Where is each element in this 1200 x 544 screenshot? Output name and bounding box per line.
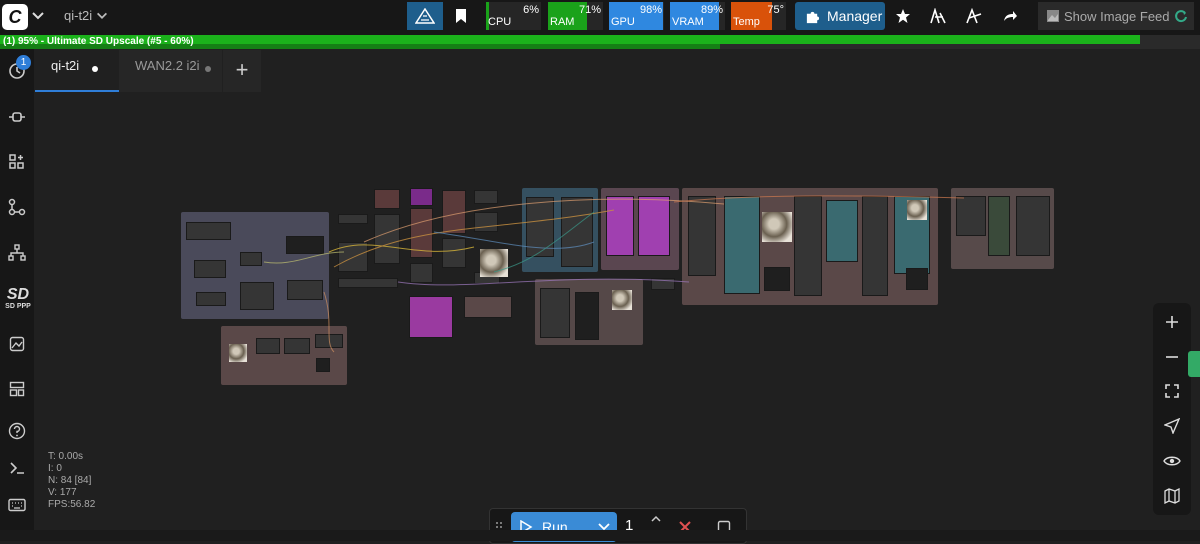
workflows-icon[interactable]	[5, 195, 29, 219]
graph-node[interactable]	[606, 196, 634, 256]
node-library-icon[interactable]	[5, 105, 29, 129]
bookmark-icon[interactable]	[446, 2, 476, 30]
gallery-icon[interactable]	[5, 332, 29, 356]
graph-node[interactable]	[410, 208, 433, 258]
share-icon[interactable]	[996, 2, 1024, 30]
help-icon[interactable]	[5, 419, 29, 443]
graph-node[interactable]	[442, 190, 466, 234]
graph-node[interactable]	[956, 196, 986, 236]
image-preview	[480, 249, 508, 277]
graph-node[interactable]	[240, 252, 262, 266]
image-preview	[907, 200, 927, 220]
graph-node[interactable]	[561, 197, 593, 267]
manager-button[interactable]: Manager	[795, 2, 885, 30]
graph-node[interactable]	[410, 188, 433, 206]
chevron-down-icon[interactable]	[30, 8, 46, 24]
graph-node[interactable]	[688, 196, 716, 276]
graph-node[interactable]	[651, 278, 675, 290]
graph-node[interactable]	[338, 242, 368, 272]
gpu-meter: 98% GPU	[609, 2, 664, 30]
show-image-feed-button[interactable]: Show Image Feed	[1038, 2, 1194, 30]
graph-node[interactable]	[826, 200, 858, 262]
graph-node[interactable]	[374, 214, 400, 264]
image-icon	[1047, 10, 1059, 22]
graph-node[interactable]	[338, 278, 398, 288]
hierarchy-icon[interactable]	[5, 241, 29, 265]
fit-view-icon[interactable]	[1160, 379, 1184, 403]
tab-wan22-i2i[interactable]: WAN2.2 i2i	[119, 50, 222, 92]
star-icon[interactable]	[889, 2, 917, 30]
graph-node[interactable]	[862, 196, 888, 296]
chevron-down-icon[interactable]	[95, 9, 109, 23]
graph-node[interactable]	[196, 292, 226, 306]
graph-node[interactable]	[374, 189, 400, 209]
top-menu-bar: C qi-t2i 6% CPU 71% RAM 98% GPU 89% VRAM…	[0, 0, 1200, 35]
graph-node[interactable]	[194, 260, 226, 278]
unsaved-dot-icon	[92, 66, 98, 72]
graph-node[interactable]	[287, 280, 323, 300]
graph-node[interactable]	[638, 196, 670, 256]
crystools-icon[interactable]	[407, 2, 443, 30]
graph-node[interactable]	[540, 288, 570, 338]
graph-node[interactable]	[794, 196, 822, 296]
image-feed-strip	[0, 530, 1200, 541]
templates-icon[interactable]	[5, 377, 29, 401]
graph-node[interactable]	[256, 338, 280, 354]
graph-node[interactable]	[409, 296, 453, 338]
workflow-title[interactable]: qi-t2i	[64, 8, 92, 23]
comfy-logo[interactable]: C	[2, 4, 28, 30]
image-preview	[762, 212, 792, 242]
graph-node[interactable]	[906, 268, 928, 290]
new-tab-button[interactable]: +	[223, 50, 261, 92]
graph-node[interactable]	[575, 292, 599, 340]
graph-node[interactable]	[316, 358, 330, 372]
graph-node[interactable]	[338, 214, 368, 224]
canvas-controls	[1153, 303, 1191, 515]
unsaved-dot-icon	[205, 66, 211, 72]
puzzle-icon	[806, 11, 820, 23]
canvas-stats: T: 0.00s I: 0 N: 84 [84] V: 177 FPS:56.8…	[48, 451, 96, 510]
graph-node[interactable]	[410, 263, 433, 283]
graph-node[interactable]	[284, 338, 310, 354]
cpu-meter: 6% CPU	[486, 2, 541, 30]
graph-node[interactable]	[764, 267, 790, 291]
toggle-links-icon[interactable]	[1160, 449, 1184, 473]
increment-icon[interactable]	[650, 514, 662, 524]
graph-node[interactable]	[724, 196, 760, 294]
graph-node[interactable]	[315, 334, 343, 348]
graph-node[interactable]	[526, 197, 554, 257]
graph-node[interactable]	[988, 196, 1010, 256]
select-mode-icon[interactable]	[1160, 414, 1184, 438]
graph-canvas[interactable]	[34, 92, 1200, 524]
zoom-out-icon[interactable]	[1160, 345, 1184, 369]
side-panel-toggle-icon[interactable]	[1188, 351, 1200, 377]
graph-node[interactable]	[474, 212, 498, 232]
execution-progress-bar: (1) 95% - Ultimate SD Upscale (#5 - 60%)	[0, 35, 1200, 49]
queue-count-badge: 1	[16, 55, 31, 70]
graph-node[interactable]	[474, 190, 498, 204]
ram-meter: 71% RAM	[548, 2, 603, 30]
graph-node[interactable]	[464, 296, 512, 318]
minimap-icon[interactable]	[1160, 484, 1184, 508]
wave-icon[interactable]	[924, 2, 952, 30]
sdppp-plugin-icon[interactable]: SD SD PPP	[3, 287, 33, 311]
image-preview	[229, 344, 247, 362]
graph-node[interactable]	[240, 282, 274, 310]
refresh-icon	[1174, 10, 1187, 23]
graph-node[interactable]	[286, 236, 324, 254]
wave-alt-icon[interactable]	[960, 2, 988, 30]
temp-meter: 75° Temp	[731, 2, 786, 30]
graph-node[interactable]	[442, 238, 466, 268]
keyboard-icon[interactable]	[5, 493, 29, 517]
vram-meter: 89% VRAM	[670, 2, 725, 30]
image-preview	[612, 290, 632, 310]
graph-node[interactable]	[186, 222, 231, 240]
tab-qi-t2i[interactable]: qi-t2i	[35, 50, 119, 92]
graph-node[interactable]	[1016, 196, 1050, 256]
left-sidebar: 1 SD SD PPP	[0, 49, 34, 541]
zoom-in-icon[interactable]	[1160, 310, 1184, 334]
model-library-icon[interactable]	[5, 150, 29, 174]
terminal-icon[interactable]	[5, 456, 29, 480]
